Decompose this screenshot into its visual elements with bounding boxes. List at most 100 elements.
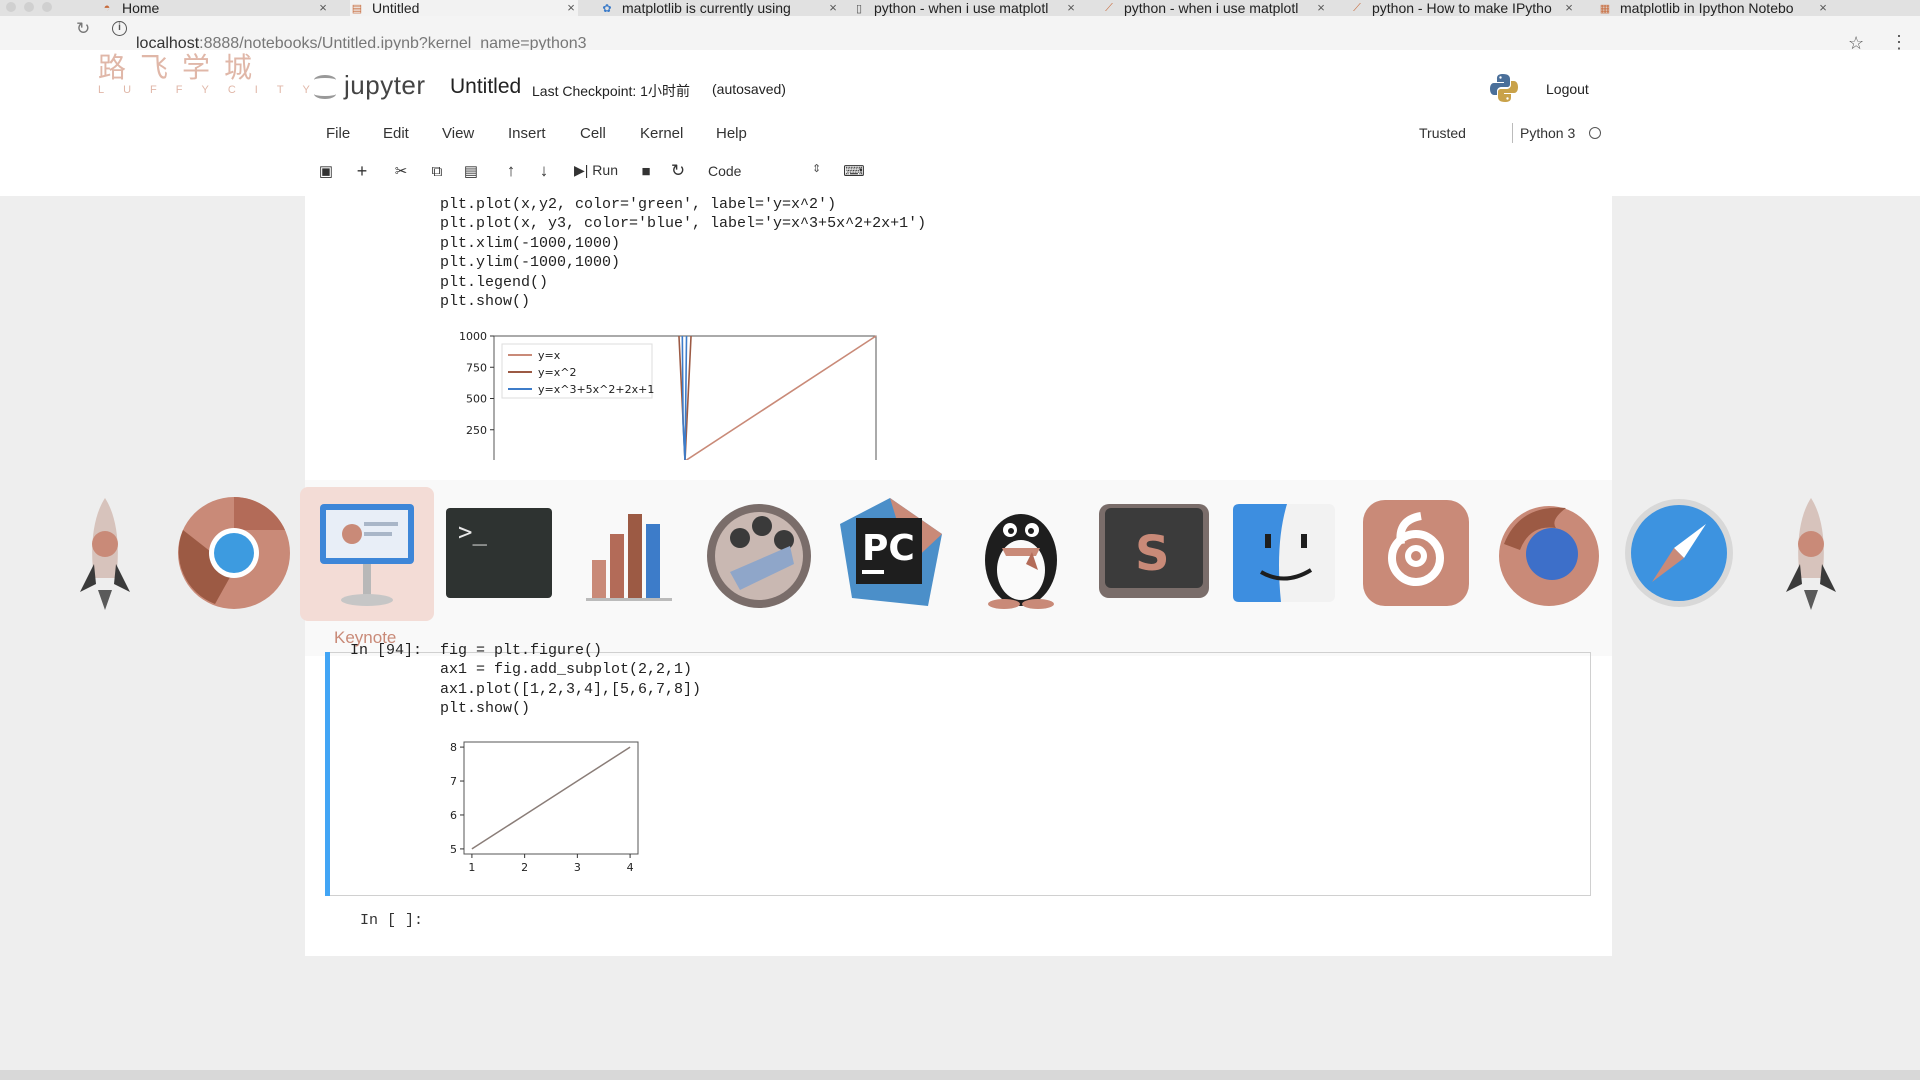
tab-ipython-howto[interactable]: ⟋ python - How to make IPytho × xyxy=(1350,0,1576,16)
chrome-icon xyxy=(178,497,290,609)
finder-app[interactable] xyxy=(1225,494,1343,612)
rocket-python-app[interactable] xyxy=(46,494,164,612)
jupyter-favicon-icon: ◓ xyxy=(103,2,111,14)
bottom-edge xyxy=(0,1070,1920,1080)
y-tick-label: 8 xyxy=(450,741,457,754)
bar-chart-icon xyxy=(586,514,672,601)
close-icon[interactable]: × xyxy=(1562,0,1576,15)
python-logo-icon xyxy=(1490,74,1518,102)
menu-file[interactable]: File xyxy=(326,125,350,142)
copy-icon: ⧉ xyxy=(431,162,443,180)
page-favicon-icon: ▦ xyxy=(1599,2,1611,15)
menu-view[interactable]: View xyxy=(442,125,474,142)
qq-penguin-icon xyxy=(985,514,1057,609)
cut-button[interactable]: ✂ xyxy=(391,160,411,182)
legend-label: y=x^2 xyxy=(538,366,576,379)
close-icon[interactable]: × xyxy=(564,0,578,15)
stackoverflow-favicon-icon: ⟋ xyxy=(1353,1,1361,14)
window-controls[interactable] xyxy=(6,2,52,12)
pycharm-app[interactable]: PC xyxy=(830,494,948,612)
logout-button[interactable]: Logout xyxy=(1546,81,1589,97)
notebook-favicon-icon: ▤ xyxy=(351,2,363,15)
close-icon[interactable]: × xyxy=(316,0,330,15)
move-down-button[interactable]: ↓ xyxy=(534,160,554,182)
tab-untitled[interactable]: ▤ Untitled × xyxy=(350,0,578,16)
tab-matplotlib-ipython[interactable]: ▦ matplotlib in Ipython Notebo × xyxy=(1598,0,1830,16)
watermark: 路飞学城 LUFFYCITY xyxy=(98,51,329,96)
chrome-app[interactable] xyxy=(175,494,293,612)
code-line[interactable]: plt.legend() xyxy=(440,273,548,293)
netease-music-app[interactable] xyxy=(1357,494,1475,612)
code-line[interactable]: ax1.plot([1,2,3,4],[5,6,7,8]) xyxy=(440,680,701,700)
code-line[interactable]: plt.ylim(-1000,1000) xyxy=(440,253,620,273)
code-line[interactable]: plt.show() xyxy=(440,292,530,312)
terminal-icon: >_ xyxy=(446,508,552,598)
kernel-idle-icon xyxy=(1589,127,1601,139)
notebook-title[interactable]: Untitled xyxy=(450,75,521,99)
kernel-name[interactable]: Python 3 xyxy=(1520,125,1575,141)
run-button[interactable]: ▶| Run xyxy=(574,162,618,179)
menu-kernel[interactable]: Kernel xyxy=(640,125,683,142)
stop-icon: ■ xyxy=(641,162,651,180)
reload-icon[interactable]: ↻ xyxy=(76,19,90,39)
y-tick-label: 500 xyxy=(466,393,487,406)
code-line[interactable]: plt.xlim(-1000,1000) xyxy=(440,234,620,254)
code-line[interactable]: ax1 = fig.add_subplot(2,2,1) xyxy=(440,660,692,680)
jupyter-logo[interactable]: jupyter xyxy=(312,70,426,101)
code-line[interactable]: In [94]: fig = plt.figure() xyxy=(350,641,602,661)
menu-insert[interactable]: Insert xyxy=(508,125,546,142)
y-tick-label: 5 xyxy=(450,843,457,856)
scissors-icon: ✂ xyxy=(394,163,408,180)
trusted-indicator[interactable]: Trusted xyxy=(1419,125,1466,141)
command-palette-button[interactable]: ⌨ xyxy=(843,160,865,182)
menu-cell[interactable]: Cell xyxy=(580,125,606,142)
sublime-text-app[interactable]: S xyxy=(1095,494,1213,612)
info-icon[interactable]: i xyxy=(112,21,127,36)
save-button[interactable]: ▣ xyxy=(316,160,336,182)
tab-python-when-2[interactable]: ⟋ python - when i use matplotl × xyxy=(1102,0,1328,16)
close-icon[interactable]: × xyxy=(1816,0,1830,15)
paste-button[interactable]: ▤ xyxy=(461,160,481,182)
legend-label: y=x^3+5x^2+2x+1 xyxy=(538,383,654,396)
netease-music-icon xyxy=(1363,500,1469,606)
x-tick-label: 3 xyxy=(574,861,581,874)
people-app[interactable] xyxy=(700,494,818,612)
tab-python-when-1[interactable]: ▯ python - when i use matplotl × xyxy=(852,0,1078,16)
keyboard-icon: ⌨ xyxy=(843,163,865,180)
copy-button[interactable]: ⧉ xyxy=(427,160,447,182)
close-icon[interactable]: × xyxy=(1314,0,1328,15)
move-up-button[interactable]: ↑ xyxy=(501,160,521,182)
code-line[interactable]: plt.plot(x, y3, color='blue', label='y=x… xyxy=(440,214,926,234)
close-icon[interactable]: × xyxy=(1064,0,1078,15)
code-line[interactable]: plt.show() xyxy=(440,699,530,719)
arrow-down-icon: ↓ xyxy=(539,161,549,180)
insert-cell-button[interactable]: + xyxy=(352,160,372,182)
stackoverflow-favicon-icon: ✿ xyxy=(602,2,612,15)
safari-compass-icon xyxy=(1625,499,1733,607)
terminal-app[interactable]: >_ xyxy=(440,494,558,612)
rocket-python-app-2[interactable] xyxy=(1752,494,1870,612)
chart-1: 1000 750 500 250 y=x y=x^2 y=x^3+5x^2+2x+1 xyxy=(459,330,877,460)
document-favicon-icon: ▯ xyxy=(855,2,863,15)
paste-icon: ▤ xyxy=(463,163,479,180)
firefox-app[interactable] xyxy=(1490,494,1608,612)
x-tick-label: 2 xyxy=(521,861,528,874)
jupyter-logo-icon xyxy=(312,71,338,101)
restart-button[interactable]: ↻ xyxy=(668,160,688,182)
cell-type-select[interactable]: Code xyxy=(708,163,822,179)
keynote-app[interactable] xyxy=(308,494,426,612)
tab-matplotlib-backend[interactable]: ✿ matplotlib is currently using × xyxy=(600,0,840,16)
safari-app[interactable] xyxy=(1620,494,1738,612)
instruments-chart-app[interactable] xyxy=(570,494,688,612)
y-tick-label: 7 xyxy=(450,775,457,788)
menu-edit[interactable]: Edit xyxy=(383,125,409,142)
close-icon[interactable]: × xyxy=(826,0,840,15)
step-forward-icon: ▶| xyxy=(574,162,589,178)
finder-icon xyxy=(1233,504,1335,602)
qq-app[interactable] xyxy=(962,494,1080,612)
tab-home[interactable]: ◓ Home × xyxy=(100,0,330,16)
svg-text:>_: >_ xyxy=(458,518,487,546)
interrupt-button[interactable]: ■ xyxy=(636,160,656,182)
menu-help[interactable]: Help xyxy=(716,125,747,142)
code-line[interactable]: plt.plot(x,y2, color='green', label='y=x… xyxy=(440,195,836,215)
